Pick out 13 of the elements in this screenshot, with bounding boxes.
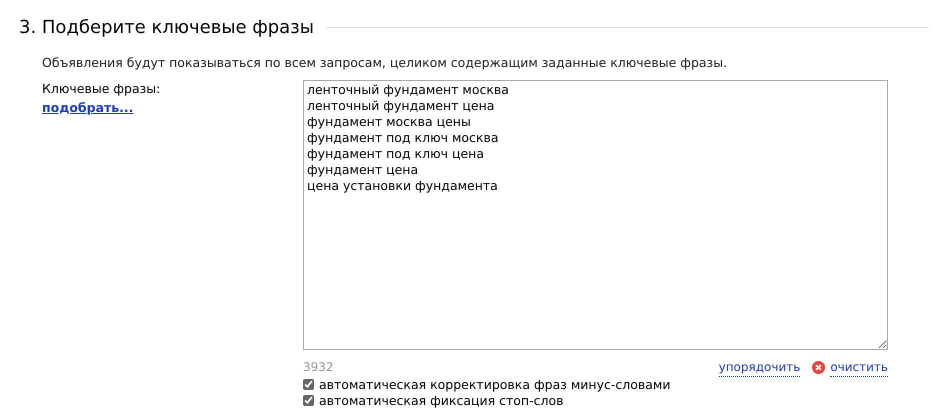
sort-link[interactable]: упорядочить <box>718 358 800 377</box>
field-label: Ключевые фразы: <box>42 80 160 98</box>
pick-link[interactable]: подобрать... <box>42 98 134 118</box>
option-label: автоматическая фиксация стоп-слов <box>319 392 564 409</box>
clear-link[interactable]: очистить <box>830 358 888 377</box>
keywords-field[interactable]: ленточный фундамент москва ленточный фундамент цена фундамент москва цены фундамент под ключ москва фундамент под ключ цена фундамент цена цена установки фундамента <box>303 80 888 350</box>
option-label: автоматическая корректировка фраз минус-словами <box>319 376 670 393</box>
section-title: 3. Подберите ключевые фразы <box>19 16 314 40</box>
description: Объявления будут показываться по всем запросам, целиком содержащим заданные ключевые фразы. <box>42 54 728 72</box>
option-checkbox[interactable] <box>303 379 314 390</box>
character-counter: 3932 <box>303 359 334 376</box>
option-checkbox[interactable] <box>303 395 314 406</box>
clear-icon[interactable] <box>812 360 826 374</box>
